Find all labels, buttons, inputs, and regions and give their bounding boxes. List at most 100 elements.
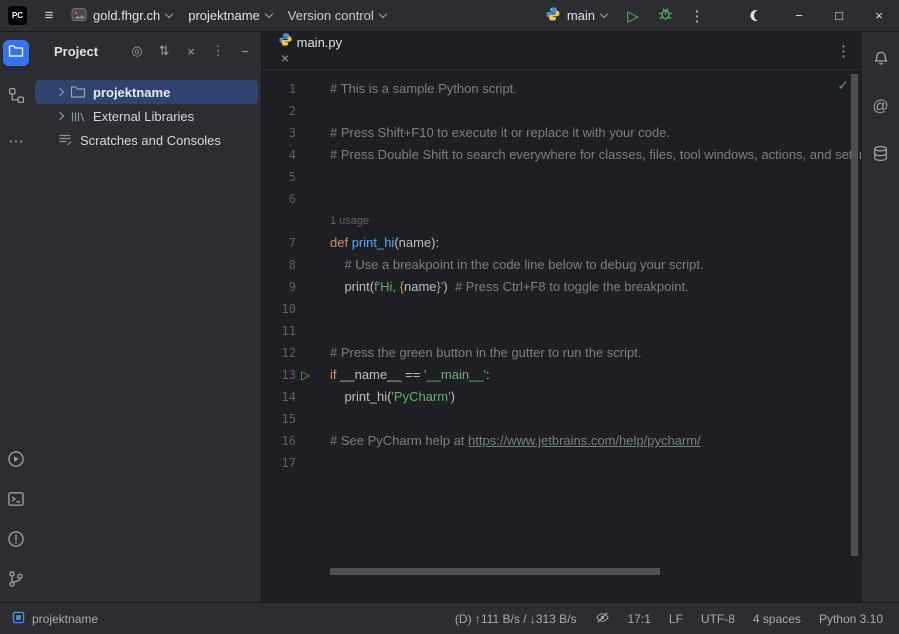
horizontal-scrollbar[interactable]: [330, 568, 660, 575]
gutter: [296, 188, 330, 210]
tree-item-scratches-and-consoles[interactable]: Scratches and Consoles: [35, 128, 258, 152]
more-actions-button[interactable]: ⋮: [683, 3, 711, 29]
code-line-12[interactable]: 12# Press the green button in the gutter…: [262, 342, 861, 364]
debug-button[interactable]: [651, 3, 679, 29]
ai-assistant-button[interactable]: @: [868, 94, 894, 120]
hamburger-icon: ≡: [45, 7, 54, 24]
vertical-scrollbar[interactable]: [851, 74, 858, 556]
run-tool-button[interactable]: [3, 448, 29, 474]
code-line-15[interactable]: 15: [262, 408, 861, 430]
inspection-ok-icon[interactable]: ✓: [837, 78, 849, 94]
run-line-icon[interactable]: ▷: [301, 364, 310, 386]
code-text: [330, 452, 861, 474]
code-line-14[interactable]: 14 print_hi('PyCharm'): [262, 386, 861, 408]
projektname-dropdown[interactable]: projektname: [180, 3, 280, 29]
run-config-selector[interactable]: main: [537, 3, 615, 29]
title-bar: PC ≡ gold.fhgr.ch projektname Version co…: [0, 0, 899, 32]
encoding-widget[interactable]: UTF-8: [701, 612, 735, 626]
line-number: 6: [262, 188, 296, 210]
project-icon: [71, 7, 87, 25]
database-button[interactable]: [868, 142, 894, 168]
editor-area: main.py × ⋮ 1# This is a sample Python s…: [262, 32, 861, 602]
terminal-tool-button[interactable]: [3, 488, 29, 514]
line-number: 12: [262, 342, 296, 364]
gutter: [296, 430, 330, 452]
editor-tab-bar: main.py × ⋮: [262, 32, 861, 70]
more-tool-windows-button[interactable]: ⋯: [3, 128, 29, 154]
project-tool-button[interactable]: [3, 40, 29, 66]
line-separator-widget[interactable]: LF: [669, 612, 683, 626]
vcs-widget[interactable]: Version control: [280, 3, 394, 29]
code-line-2[interactable]: 2: [262, 100, 861, 122]
code-text: if __name__ == '__main__':: [330, 364, 861, 386]
highlighting-level-button[interactable]: [595, 610, 610, 628]
select-opened-file-button[interactable]: ◎: [130, 43, 144, 59]
expand-icon: ⇅: [159, 43, 170, 59]
inlay-hint-row[interactable]: 1 usage: [262, 210, 861, 232]
code-line-3[interactable]: 3# Press Shift+F10 to execute it or repl…: [262, 122, 861, 144]
chevron-right-icon[interactable]: [56, 88, 64, 96]
bug-icon: [657, 5, 674, 26]
code-line-17[interactable]: 17: [262, 452, 861, 474]
run-button[interactable]: ▷: [619, 3, 647, 29]
gutter: [296, 144, 330, 166]
hide-panel-button[interactable]: −: [238, 44, 252, 59]
close-button[interactable]: ×: [859, 0, 899, 32]
expand-all-button[interactable]: ⇅: [157, 43, 171, 59]
code-text: def print_hi(name):: [330, 232, 861, 254]
gutter: [296, 276, 330, 298]
network-status-widget[interactable]: (D) ↑111 B/s / ↓313 B/s: [455, 612, 577, 626]
structure-tool-button[interactable]: [3, 84, 29, 110]
close-icon: ×: [281, 50, 289, 66]
code-line-8[interactable]: 8 # Use a breakpoint in the code line be…: [262, 254, 861, 276]
window-shade-button[interactable]: [739, 0, 779, 32]
code-line-10[interactable]: 10: [262, 298, 861, 320]
code-line-6[interactable]: 6: [262, 188, 861, 210]
main-menu-button[interactable]: ≡: [35, 3, 63, 29]
tab-label: main.py: [297, 35, 343, 50]
notifications-button[interactable]: [868, 46, 894, 72]
structure-icon: [8, 87, 25, 108]
code-line-11[interactable]: 11: [262, 320, 861, 342]
code-line-4[interactable]: 4# Press Double Shift to search everywhe…: [262, 144, 861, 166]
tree-item-external-libraries[interactable]: External Libraries: [35, 104, 258, 128]
line-number: 10: [262, 298, 296, 320]
python-interpreter-widget[interactable]: Python 3.10: [819, 612, 883, 626]
code-line-9[interactable]: 9 print(f'Hi, {name}') # Press Ctrl+F8 t…: [262, 276, 861, 298]
gutter: [296, 166, 330, 188]
kebab-icon: ⋮: [836, 42, 851, 60]
code-line-5[interactable]: 5: [262, 166, 861, 188]
project-panel-header: Project ◎ ⇅ × ⋮ −: [32, 32, 261, 70]
code-text: [330, 188, 861, 210]
crescent-icon: [754, 10, 765, 21]
status-project-widget[interactable]: projektname: [12, 611, 98, 627]
indent-widget[interactable]: 4 spaces: [753, 612, 801, 626]
code-editor[interactable]: 1# This is a sample Python script.23# Pr…: [262, 70, 861, 602]
panel-header-icons: ◎ ⇅ × ⋮ −: [130, 43, 252, 59]
code-text: # This is a sample Python script.: [330, 78, 861, 100]
line-number: [262, 210, 296, 232]
code-line-16[interactable]: 16# See PyCharm help at https://www.jetb…: [262, 430, 861, 452]
usages-inlay[interactable]: 1 usage: [330, 210, 861, 232]
tab-bar-options-button[interactable]: ⋮: [836, 42, 851, 60]
code-line-13[interactable]: 13▷ if __name__ == '__main__':: [262, 364, 861, 386]
problems-icon: [7, 530, 25, 552]
collapse-all-button[interactable]: ×: [184, 44, 198, 59]
minimize-button[interactable]: −: [779, 0, 819, 32]
line-number: 13: [262, 364, 296, 386]
terminal-icon: [7, 490, 25, 512]
tab-main-py[interactable]: main.py ×: [272, 32, 348, 70]
tab-close-button[interactable]: ×: [281, 50, 289, 66]
code-line-1[interactable]: 1# This is a sample Python script.: [262, 78, 861, 100]
caret-position-widget[interactable]: 17:1: [628, 612, 651, 626]
tree-item-projektname[interactable]: projektname: [35, 80, 258, 104]
tree-item-label: projektname: [93, 85, 170, 100]
panel-options-button[interactable]: ⋮: [211, 43, 225, 59]
project-switcher-button[interactable]: gold.fhgr.ch: [63, 3, 180, 29]
problems-tool-button[interactable]: [3, 528, 29, 554]
code-text: [330, 166, 861, 188]
maximize-button[interactable]: □: [819, 0, 859, 32]
chevron-right-icon[interactable]: [56, 112, 64, 120]
git-tool-button[interactable]: [3, 568, 29, 594]
code-line-7[interactable]: 7def print_hi(name):: [262, 232, 861, 254]
